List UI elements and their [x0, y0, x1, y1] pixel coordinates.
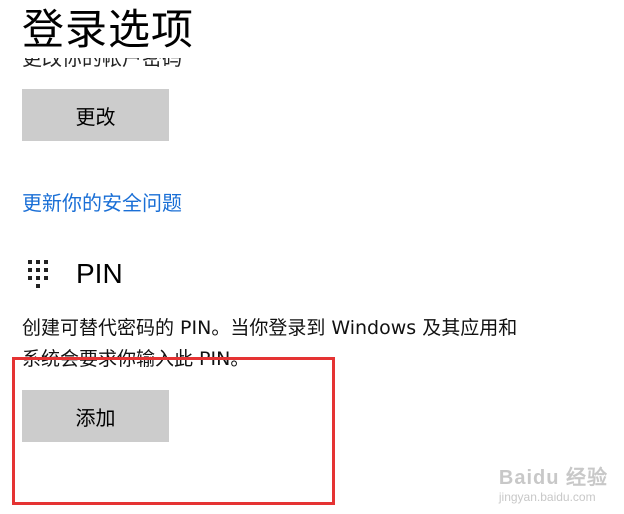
highlight-annotation-box [12, 357, 335, 505]
pin-title: PIN [76, 258, 123, 289]
watermark: Baidu 经验 jingyan.baidu.com [499, 461, 608, 504]
partial-description: 更改你的帐户密码 [22, 58, 182, 70]
pin-header: PIN [22, 252, 123, 296]
page-title: 登录选项 [22, 5, 195, 54]
watermark-url: jingyan.baidu.com [498, 490, 596, 504]
change-button[interactable]: 更改 [22, 89, 169, 141]
update-security-questions-link[interactable]: 更新你的安全问题 [22, 188, 182, 218]
watermark-logo: Baidu 经验 [498, 467, 608, 489]
pin-description-line1: 创建可替代密码的 PIN。当你登录到 Windows 及其应用和 [22, 317, 518, 339]
keypad-icon [28, 256, 56, 292]
